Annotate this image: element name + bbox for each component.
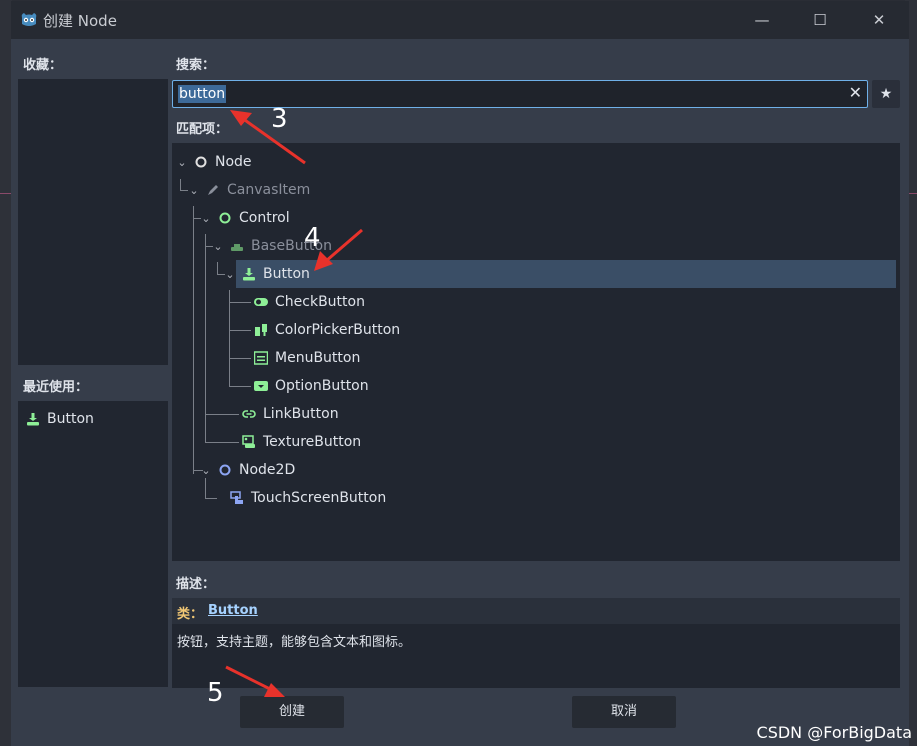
tree-guide-line bbox=[193, 206, 194, 474]
basebutton-icon bbox=[231, 244, 243, 251]
texturebutton-icon bbox=[242, 435, 255, 448]
create-node-dialog: 创建 Node — ☐ ✕ 收藏： 最近使用： Button 搜索： butto… bbox=[11, 1, 909, 746]
tree-guide-line bbox=[205, 234, 206, 442]
matches-label: 匹配项： bbox=[176, 122, 229, 137]
node2d-icon bbox=[219, 464, 231, 476]
godot-logo-icon bbox=[21, 13, 37, 26]
chevron-down-icon[interactable]: ⌄ bbox=[188, 184, 200, 197]
tree-item-label: CanvasItem bbox=[227, 182, 311, 198]
recent-item-label: Button bbox=[47, 411, 94, 427]
tree-item-canvasitem[interactable]: ⌄ CanvasItem bbox=[188, 176, 310, 204]
class-key: 类： bbox=[177, 607, 204, 622]
maximize-button[interactable]: ☐ bbox=[805, 9, 835, 31]
favorites-label: 收藏： bbox=[23, 58, 63, 73]
tree-guide-line bbox=[205, 414, 239, 415]
tree-item-label: LinkButton bbox=[263, 406, 339, 422]
cancel-button[interactable]: 取消 bbox=[572, 696, 676, 728]
tree-item-colorpickerbutton[interactable]: ColorPickerButton bbox=[254, 316, 400, 344]
description-text: 按钮，支持主题，能够包含文本和图标。 bbox=[177, 635, 412, 650]
tree-item-label: ColorPickerButton bbox=[275, 322, 401, 338]
control-icon bbox=[219, 212, 231, 224]
window-title: 创建 Node bbox=[43, 12, 117, 30]
chevron-down-icon[interactable]: ⌄ bbox=[224, 268, 236, 281]
tree-item-button[interactable]: ⌄ Button bbox=[224, 260, 310, 288]
tree-item-menubutton[interactable]: MenuButton bbox=[254, 344, 360, 372]
linkbutton-icon bbox=[242, 410, 256, 418]
tree-item-label: Node bbox=[215, 154, 252, 170]
tree-guide-line bbox=[229, 302, 251, 303]
node-icon bbox=[195, 156, 207, 168]
tree-item-label: TextureButton bbox=[263, 434, 362, 450]
title-bar[interactable]: 创建 Node — ☐ ✕ bbox=[11, 1, 909, 39]
checkbutton-icon bbox=[254, 298, 268, 306]
tree-guide-line bbox=[229, 358, 251, 359]
tree-guide-line bbox=[229, 386, 251, 387]
colorpickerbutton-icon bbox=[255, 324, 267, 336]
annotation-step-5: 5 bbox=[207, 678, 224, 708]
tree-guide-line bbox=[205, 442, 239, 443]
chevron-down-icon[interactable]: ⌄ bbox=[176, 156, 188, 169]
watermark-text: CSDN @ForBigData bbox=[756, 723, 912, 742]
recent-label: 最近使用： bbox=[23, 380, 89, 395]
recent-list[interactable]: Button bbox=[18, 401, 168, 687]
touchscreenbutton-icon bbox=[230, 491, 243, 504]
annotation-step-4: 4 bbox=[304, 223, 321, 253]
favorite-star-button[interactable]: ★ bbox=[872, 80, 900, 108]
button-icon bbox=[243, 268, 255, 281]
favorites-list[interactable] bbox=[18, 79, 168, 365]
chevron-down-icon[interactable]: ⌄ bbox=[212, 240, 224, 253]
tree-item-label: Control bbox=[239, 210, 290, 226]
tree-item-label: CheckButton bbox=[275, 294, 365, 310]
description-panel: 按钮，支持主题，能够包含文本和图标。 bbox=[172, 624, 900, 688]
menubutton-icon bbox=[254, 351, 268, 365]
search-input-value: button bbox=[178, 85, 227, 103]
tree-guide-line bbox=[205, 498, 217, 499]
close-button[interactable]: ✕ bbox=[864, 9, 894, 31]
clear-search-icon[interactable]: ✕ bbox=[849, 83, 862, 102]
tree-item-node2d[interactable]: ⌄ Node2D bbox=[200, 456, 295, 484]
description-header: 类： Button bbox=[172, 598, 900, 624]
star-icon: ★ bbox=[879, 86, 893, 102]
tree-item-checkbutton[interactable]: CheckButton bbox=[254, 288, 365, 316]
tree-item-linkbutton[interactable]: LinkButton bbox=[242, 400, 339, 428]
matches-tree[interactable]: ⌄ Node ⌄ CanvasItem ⌄ Control ⌄ BaseButt… bbox=[172, 143, 900, 561]
tree-guide-line bbox=[180, 190, 188, 191]
search-label: 搜索： bbox=[176, 58, 216, 73]
tree-item-label: TouchScreenButton bbox=[251, 490, 387, 506]
button-icon bbox=[27, 413, 39, 426]
tree-item-optionbutton[interactable]: OptionButton bbox=[254, 372, 369, 400]
tree-guide-line bbox=[229, 330, 251, 331]
tree-item-texturebutton[interactable]: TextureButton bbox=[242, 428, 361, 456]
chevron-down-icon[interactable]: ⌄ bbox=[200, 464, 212, 477]
optionbutton-icon bbox=[254, 381, 268, 391]
tree-selection-highlight bbox=[236, 260, 896, 288]
chevron-down-icon[interactable]: ⌄ bbox=[200, 212, 212, 225]
tree-item-control[interactable]: ⌄ Control bbox=[200, 204, 290, 232]
tree-item-label: MenuButton bbox=[275, 350, 361, 366]
minimize-button[interactable]: — bbox=[747, 9, 777, 31]
tree-item-node[interactable]: ⌄ Node bbox=[176, 148, 252, 176]
description-label: 描述： bbox=[176, 577, 216, 592]
tree-item-label: OptionButton bbox=[275, 378, 369, 394]
tree-item-label: Node2D bbox=[239, 462, 296, 478]
tree-guide-line bbox=[229, 290, 230, 386]
tree-item-touchscreenbutton[interactable]: TouchScreenButton bbox=[230, 484, 386, 512]
canvasitem-icon bbox=[208, 185, 218, 195]
recent-item-button[interactable]: Button bbox=[27, 411, 94, 427]
tree-item-label: Button bbox=[263, 266, 310, 282]
class-name-link[interactable]: Button bbox=[208, 603, 258, 618]
create-button[interactable]: 创建 bbox=[240, 696, 344, 728]
annotation-step-3: 3 bbox=[271, 104, 288, 134]
tree-guide-line bbox=[217, 262, 218, 274]
